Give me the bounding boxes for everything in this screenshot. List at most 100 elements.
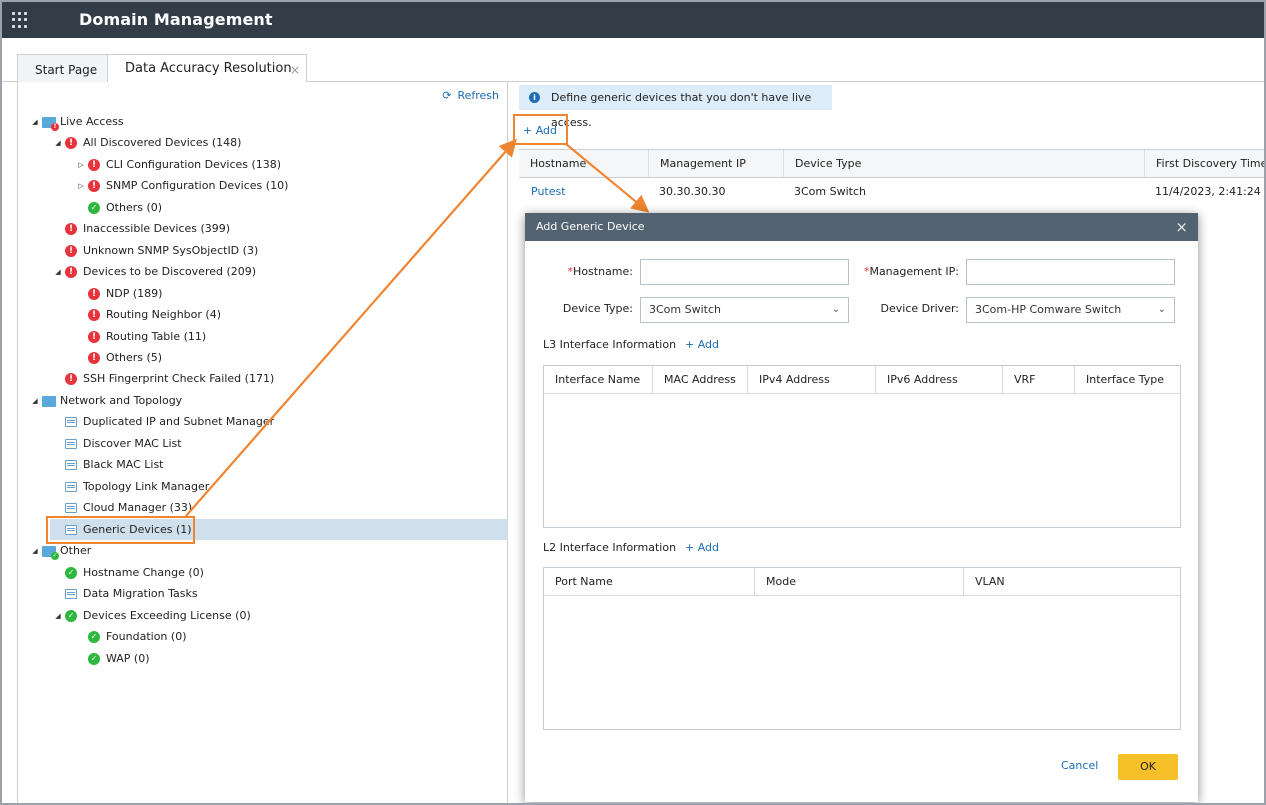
tab-data-accuracy-resolution[interactable]: Data Accuracy Resolution × (107, 54, 307, 83)
expand-icon[interactable]: ▷ (76, 176, 86, 196)
column-header[interactable]: VLAN (963, 568, 1166, 596)
tree-label: Routing Neighbor (4) (106, 308, 221, 321)
tree-label: Black MAC List (83, 458, 164, 471)
error-icon: ! (65, 223, 77, 235)
tree-label: Data Migration Tasks (83, 587, 198, 600)
column-header[interactable]: Management IP (648, 150, 782, 178)
tab-label: Data Accuracy Resolution (125, 61, 292, 76)
refresh-label: Refresh (457, 89, 499, 102)
expand-icon[interactable]: ▷ (76, 155, 86, 175)
hostname-link[interactable]: Putest (531, 179, 566, 205)
tree-label: SSH Fingerprint Check Failed (171) (83, 372, 275, 385)
check-icon: ✓ (65, 610, 77, 622)
l3-table-header: Interface Name MAC Address IPv4 Address … (544, 366, 1180, 394)
tab-close-icon[interactable]: × (290, 63, 300, 77)
folder-error-icon: ! (42, 117, 59, 131)
column-header[interactable]: Port Name (544, 568, 754, 596)
column-header[interactable]: MAC Address (652, 366, 747, 394)
management-ip-input[interactable] (966, 259, 1175, 285)
collapse-icon[interactable]: ◢ (53, 606, 63, 626)
collapse-icon[interactable]: ◢ (53, 133, 63, 153)
annotation-box-generic-devices (46, 516, 195, 544)
label-text: Management IP: (869, 265, 959, 278)
ok-button[interactable]: OK (1118, 754, 1178, 780)
column-header[interactable]: Interface Type (1074, 366, 1172, 394)
tree-label: Topology Link Manager (83, 480, 210, 493)
page-icon (65, 460, 77, 470)
error-icon: ! (88, 288, 100, 300)
dialog-title: Add Generic Device (536, 220, 645, 233)
collapse-icon[interactable]: ◢ (53, 262, 63, 282)
tree-label: WAP (0) (106, 652, 150, 665)
refresh-button[interactable]: ⟳ Refresh (442, 89, 499, 102)
collapse-icon[interactable]: ◢ (30, 541, 40, 561)
collapse-icon[interactable]: ◢ (30, 391, 40, 411)
tree-label: Devices Exceeding License (0) (83, 609, 251, 622)
page-icon (65, 503, 77, 513)
error-icon: ! (88, 309, 100, 321)
collapse-icon[interactable]: ◢ (30, 112, 40, 132)
column-header[interactable]: IPv4 Address (747, 366, 875, 394)
tree-label: Others (0) (106, 201, 163, 214)
device-type-select[interactable]: 3Com Switch ⌄ (640, 297, 849, 323)
column-header[interactable]: Interface Name (544, 366, 652, 394)
tree-label: Unknown SNMP SysObjectID (3) (83, 244, 259, 257)
column-header[interactable]: IPv6 Address (875, 366, 1002, 394)
page-icon (65, 439, 77, 449)
l2-interface-table: Port Name Mode VLAN (543, 567, 1181, 730)
cancel-button[interactable]: Cancel (1061, 759, 1098, 772)
error-icon: ! (65, 373, 77, 385)
close-icon[interactable]: × (1175, 213, 1188, 241)
device-driver-label: Device Driver: (880, 302, 959, 315)
left-tree-panel: ⟳ Refresh ◢ ! Live Access ◢ ! All Discove… (17, 82, 508, 803)
management-ip-label: *Management IP: (855, 265, 959, 278)
annotation-box-add (513, 114, 568, 145)
check-icon: ✓ (88, 202, 100, 214)
tree-label: Foundation (0) (106, 630, 187, 643)
tree-label: All Discovered Devices (148) (83, 136, 242, 149)
column-header[interactable]: First Discovery Time (1144, 150, 1264, 178)
refresh-icon: ⟳ (442, 89, 452, 102)
folder-ok-icon: ✓ (42, 546, 59, 560)
hostname-label: *Hostname: (545, 265, 633, 278)
tree-label: NDP (189) (106, 287, 163, 300)
tree-label: Live Access (60, 115, 124, 128)
error-icon: ! (88, 331, 100, 343)
app-window: Domain Management Start Page Data Accura… (0, 0, 1266, 805)
check-icon: ✓ (88, 653, 100, 665)
chevron-down-icon: ⌄ (831, 304, 840, 315)
page-icon (65, 482, 77, 492)
column-header[interactable]: Device Type (783, 150, 1143, 178)
device-driver-select[interactable]: 3Com-HP Comware Switch ⌄ (966, 297, 1175, 323)
column-header[interactable]: Mode (754, 568, 963, 596)
dialog-header: Add Generic Device × (525, 213, 1198, 241)
tree-label: Others (5) (106, 351, 163, 364)
tab-start-page[interactable]: Start Page (17, 54, 108, 82)
page-icon (65, 589, 77, 599)
error-icon: ! (88, 159, 100, 171)
tree-label: Inaccessible Devices (399) (83, 222, 231, 235)
device-type-label: Device Type: (562, 302, 633, 315)
l2-add-button[interactable]: + Add (685, 541, 719, 554)
tree-label: Other (60, 544, 92, 557)
tree-label: Routing Table (11) (106, 330, 207, 343)
info-banner: i Define generic devices that you don't … (519, 85, 832, 129)
error-icon: ! (88, 352, 100, 364)
column-header[interactable]: Hostname (519, 150, 647, 178)
info-text: Define generic devices that you don't ha… (551, 91, 812, 129)
check-icon: ✓ (65, 567, 77, 579)
tree-label: CLI Configuration Devices (138) (106, 158, 282, 171)
l3-section-title: L3 Interface Information (543, 338, 677, 351)
device-type-cell: 3Com Switch (794, 185, 866, 198)
hostname-input[interactable] (640, 259, 849, 285)
error-icon: ! (65, 266, 77, 278)
app-launcher-icon[interactable] (12, 12, 28, 28)
tab-bar: Start Page Data Accuracy Resolution × (2, 38, 1264, 83)
l2-section-title: L2 Interface Information (543, 541, 677, 554)
l3-add-button[interactable]: + Add (685, 338, 719, 351)
label-text: Hostname: (573, 265, 633, 278)
tree-label: Hostname Change (0) (83, 566, 204, 579)
column-header[interactable]: VRF (1002, 366, 1074, 394)
chevron-down-icon: ⌄ (1157, 304, 1166, 315)
error-icon: ! (88, 180, 100, 192)
